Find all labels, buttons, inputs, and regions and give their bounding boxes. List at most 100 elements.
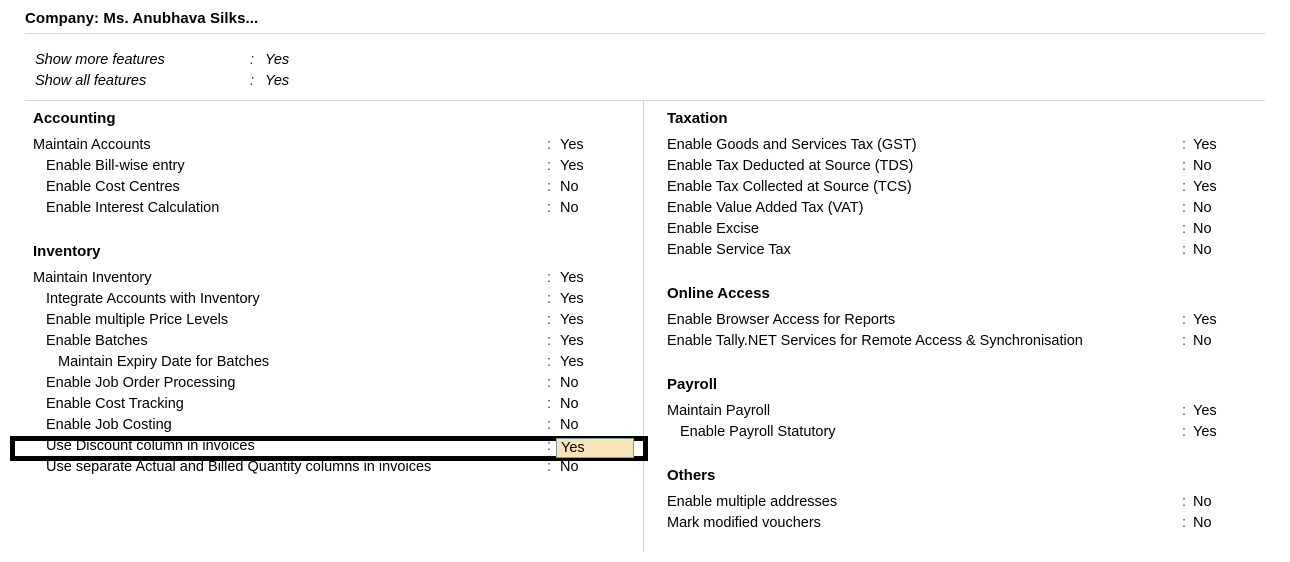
- feature-option-label: Use separate Actual and Billed Quantity …: [46, 459, 432, 475]
- feature-option-separator: :: [547, 375, 552, 391]
- feature-option-row[interactable]: Enable Batches: Yes: [33, 331, 633, 352]
- feature-option-row[interactable]: Mark modified vouchers: No: [667, 513, 1267, 534]
- feature-option-label: Enable multiple Price Levels: [46, 312, 229, 328]
- feature-option-separator: :: [547, 158, 552, 174]
- global-toggle-separator: :: [250, 73, 255, 89]
- feature-option-label: Enable Job Costing: [46, 417, 172, 433]
- feature-option-separator: :: [1182, 242, 1187, 258]
- feature-option-value[interactable]: No: [1193, 240, 1212, 261]
- feature-option-row[interactable]: Use Discount column in invoices: Yes: [33, 436, 633, 457]
- feature-option-value[interactable]: No: [560, 373, 579, 394]
- feature-option-value[interactable]: Yes: [1193, 401, 1217, 422]
- global-toggle-value[interactable]: Yes: [265, 73, 289, 89]
- feature-option-value[interactable]: No: [560, 394, 579, 415]
- feature-option-label: Maintain Payroll: [667, 403, 771, 419]
- feature-section: Taxation Enable Goods and Services Tax (G…: [667, 110, 1267, 261]
- feature-option-row[interactable]: Enable multiple Price Levels: Yes: [33, 310, 633, 331]
- feature-option-separator: :: [1182, 179, 1187, 195]
- global-toggle-value[interactable]: Yes: [265, 52, 289, 68]
- feature-option-label: Enable Cost Tracking: [46, 396, 184, 412]
- feature-option-row[interactable]: Integrate Accounts with Inventory: Yes: [33, 289, 633, 310]
- global-toggle-label: Show more features: [35, 52, 165, 68]
- feature-option-separator: :: [547, 354, 552, 370]
- feature-option-label: Enable Job Order Processing: [46, 375, 236, 391]
- feature-option-label: Maintain Inventory: [33, 270, 152, 286]
- header-divider: [25, 33, 1265, 34]
- feature-option-row[interactable]: Enable Excise: No: [667, 219, 1267, 240]
- feature-option-label: Enable Batches: [46, 333, 148, 349]
- feature-option-value[interactable]: Yes: [1193, 422, 1217, 443]
- feature-option-row[interactable]: Maintain Accounts: Yes: [33, 135, 633, 156]
- feature-option-row[interactable]: Maintain Expiry Date for Batches: Yes: [33, 352, 633, 373]
- feature-option-value[interactable]: No: [1193, 219, 1212, 240]
- global-toggle-row[interactable]: Show all features: Yes: [35, 73, 595, 94]
- feature-option-row[interactable]: Use separate Actual and Billed Quantity …: [33, 457, 633, 478]
- feature-option-value[interactable]: Yes: [560, 310, 584, 331]
- feature-option-row[interactable]: Enable Bill-wise entry: Yes: [33, 156, 633, 177]
- feature-option-value[interactable]: Yes: [560, 331, 584, 352]
- feature-option-value[interactable]: No: [560, 415, 579, 436]
- feature-option-value[interactable]: Yes: [560, 289, 584, 310]
- feature-option-row[interactable]: Enable Cost Tracking: No: [33, 394, 633, 415]
- feature-option-row[interactable]: Enable Job Costing: No: [33, 415, 633, 436]
- feature-option-value[interactable]: Yes: [560, 268, 584, 289]
- feature-section: Payroll Maintain Payroll: Yes Enable Payrol…: [667, 376, 1267, 443]
- feature-option-value[interactable]: Yes: [560, 135, 584, 156]
- feature-option-label: Enable Tax Deducted at Source (TDS): [667, 158, 914, 174]
- feature-option-row[interactable]: Enable multiple addresses: No: [667, 492, 1267, 513]
- feature-option-value[interactable]: No: [560, 457, 579, 478]
- feature-option-label: Enable Excise: [667, 221, 759, 237]
- feature-option-row[interactable]: Enable Interest Calculation: No: [33, 198, 633, 219]
- discount-column-value-input[interactable]: Yes: [556, 438, 634, 458]
- feature-option-row[interactable]: Enable Job Order Processing: No: [33, 373, 633, 394]
- feature-option-row[interactable]: Enable Cost Centres: No: [33, 177, 633, 198]
- feature-option-value[interactable]: No: [1193, 492, 1212, 513]
- feature-option-value[interactable]: Yes: [1193, 177, 1217, 198]
- feature-option-separator: :: [1182, 515, 1187, 531]
- global-toggle-label: Show all features: [35, 73, 147, 89]
- feature-option-value[interactable]: No: [1193, 513, 1212, 534]
- feature-option-row[interactable]: Enable Tally.NET Services for Remote Acc…: [667, 331, 1267, 352]
- feature-option-value[interactable]: No: [560, 198, 579, 219]
- feature-option-value[interactable]: Yes: [560, 156, 584, 177]
- feature-option-row[interactable]: Maintain Inventory: Yes: [33, 268, 633, 289]
- feature-option-value[interactable]: No: [1193, 156, 1212, 177]
- feature-option-separator: :: [547, 417, 552, 433]
- feature-option-separator: :: [547, 459, 552, 475]
- discount-column-value-text: Yes: [561, 440, 585, 456]
- feature-option-label: Use Discount column in invoices: [46, 438, 255, 454]
- feature-option-label: Enable Service Tax: [667, 242, 791, 258]
- feature-option-label: Enable Cost Centres: [46, 179, 180, 195]
- feature-option-separator: :: [547, 333, 552, 349]
- feature-option-separator: :: [1182, 158, 1187, 174]
- feature-option-row[interactable]: Enable Value Added Tax (VAT): No: [667, 198, 1267, 219]
- feature-option-row[interactable]: Enable Browser Access for Reports: Yes: [667, 310, 1267, 331]
- feature-option-separator: :: [547, 291, 552, 307]
- feature-option-value[interactable]: Yes: [1193, 135, 1217, 156]
- feature-option-row[interactable]: Enable Goods and Services Tax (GST): Yes: [667, 135, 1267, 156]
- feature-option-row[interactable]: Enable Payroll Statutory: Yes: [667, 422, 1267, 443]
- feature-option-value[interactable]: Yes: [560, 352, 584, 373]
- global-toggle-row[interactable]: Show more features: Yes: [35, 52, 595, 73]
- section-title: Online Access: [667, 285, 770, 302]
- feature-option-separator: :: [1182, 200, 1187, 216]
- feature-option-row[interactable]: Enable Tax Collected at Source (TCS): Yes: [667, 177, 1267, 198]
- feature-section: Accounting Maintain Accounts: Yes Enable Bi…: [33, 110, 633, 219]
- feature-option-row[interactable]: Enable Service Tax: No: [667, 240, 1267, 261]
- feature-option-separator: :: [547, 312, 552, 328]
- feature-option-value[interactable]: Yes: [1193, 310, 1217, 331]
- feature-option-row[interactable]: Maintain Payroll: Yes: [667, 401, 1267, 422]
- feature-option-row[interactable]: Enable Tax Deducted at Source (TDS): No: [667, 156, 1267, 177]
- feature-option-value[interactable]: No: [1193, 331, 1212, 352]
- section-title: Others: [667, 467, 716, 484]
- feature-option-separator: :: [547, 179, 552, 195]
- column-divider: [643, 101, 644, 552]
- feature-option-label: Enable Tally.NET Services for Remote Acc…: [667, 333, 1083, 349]
- feature-option-value[interactable]: No: [560, 177, 579, 198]
- feature-option-value[interactable]: No: [1193, 198, 1212, 219]
- feature-option-label: Integrate Accounts with Inventory: [46, 291, 260, 307]
- feature-option-label: Enable Bill-wise entry: [46, 158, 185, 174]
- feature-option-label: Enable Goods and Services Tax (GST): [667, 137, 917, 153]
- left-feature-column: Accounting Maintain Accounts: Yes Enable Bi…: [33, 110, 633, 478]
- global-feature-toggles: Show more features: Yes Show all features:…: [35, 52, 595, 94]
